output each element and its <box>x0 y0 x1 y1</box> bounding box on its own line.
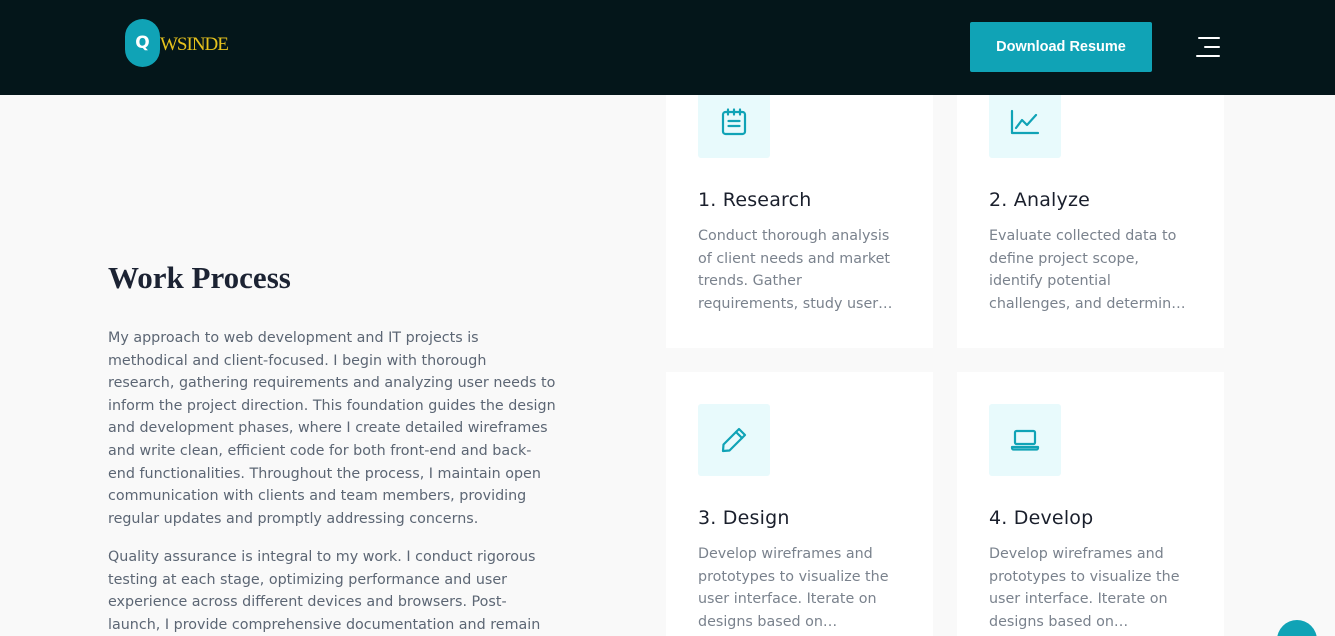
step-description-line: Conduct thorough analysis <box>698 228 890 244</box>
hamburger-menu-icon[interactable] <box>1190 34 1222 60</box>
step-description-line: Develop wireframes and <box>698 546 873 562</box>
step-description-line: trends. Gather <box>698 273 802 290</box>
scroll-to-top-button[interactable] <box>1277 620 1317 636</box>
section-title: Work Process <box>108 260 291 295</box>
step-description-line: define project scope, <box>989 250 1139 267</box>
paragraph-line: and development phases, where I create d… <box>108 420 548 437</box>
step-description-line: prototypes to visualize the <box>698 568 889 585</box>
step-description: Evaluate collected data to define projec… <box>989 225 1203 315</box>
step-description-line: user interface. Iterate on <box>989 591 1168 608</box>
step-description-line: of client needs and market <box>698 250 891 267</box>
laptop-icon <box>989 404 1061 476</box>
paragraph-line: communication with clients and team memb… <box>108 488 527 505</box>
step-title: 1. Research <box>698 189 812 211</box>
logo-text: WSINDE <box>160 34 229 55</box>
step-title: 2. Analyze <box>989 189 1091 211</box>
paragraph-line: My approach to web development and IT pr… <box>108 330 479 346</box>
step-card-research: 1. Research Conduct thorough analysis of… <box>666 60 933 348</box>
paragraph-line: and write clean, efficient code for both… <box>108 442 532 459</box>
paragraph-line: experience across different devices and … <box>108 594 507 611</box>
step-description-line: Evaluate collected data to <box>989 228 1177 244</box>
step-card-develop: 4. Develop Develop wireframes and protot… <box>957 372 1224 636</box>
paragraph-line: launch, I provide comprehensive document… <box>108 616 541 633</box>
paragraph-line: research, gathering requirements and ana… <box>108 375 556 392</box>
paragraph-line: testing at each stage, optimizing perfor… <box>108 571 508 588</box>
download-resume-button[interactable]: Download Resume <box>970 22 1152 72</box>
chart-line-icon <box>989 86 1061 158</box>
paragraph-line: inform the project direction. This found… <box>108 397 556 414</box>
step-description-line: requirements, study user… <box>698 295 893 312</box>
step-description-line: prototypes to visualize the <box>989 568 1180 585</box>
step-description-line: identify potential <box>989 273 1111 290</box>
step-description-line: challenges, and determin… <box>989 295 1186 312</box>
step-card-design: 3. Design Develop wireframes and prototy… <box>666 372 933 636</box>
step-description: Develop wireframes and prototypes to vis… <box>698 543 912 633</box>
step-description: Conduct thorough analysis of client need… <box>698 225 912 315</box>
step-description-line: designs based on… <box>698 613 838 630</box>
step-description-line: user interface. Iterate on <box>698 591 877 608</box>
step-description: Develop wireframes and prototypes to vis… <box>989 543 1203 633</box>
paragraph-line: end functionalities. Throughout the proc… <box>108 465 541 482</box>
step-description-line: designs based on… <box>989 613 1129 630</box>
step-title: 3. Design <box>698 507 790 529</box>
paragraph-line: regular updates and promptly addressing … <box>108 510 479 527</box>
work-process-paragraph: My approach to web development and IT pr… <box>108 327 578 530</box>
logo-badge: Q <box>125 19 160 67</box>
step-title: 4. Develop <box>989 507 1094 529</box>
notepad-icon <box>698 86 770 158</box>
work-process-paragraph: Quality assurance is integral to my work… <box>108 546 578 636</box>
paragraph-line: Quality assurance is integral to my work… <box>108 549 536 565</box>
site-header: Q WSINDE Download Resume <box>0 0 1335 95</box>
paragraph-line: methodical and client-focused. I begin w… <box>108 352 487 369</box>
step-card-analyze: 2. Analyze Evaluate collected data to de… <box>957 60 1224 348</box>
pencil-icon <box>698 404 770 476</box>
step-description-line: Develop wireframes and <box>989 546 1164 562</box>
